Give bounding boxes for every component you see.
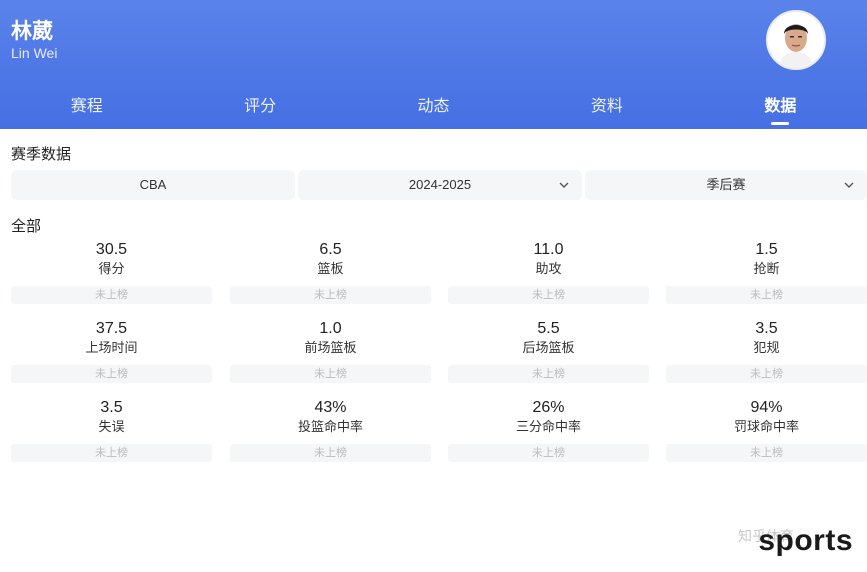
stat-label: 前场篮板 (304, 341, 357, 356)
stat-label: 篮板 (317, 262, 344, 277)
tab-stats[interactable]: 数据 (694, 86, 867, 129)
stat-rank-badge: 未上榜 (448, 444, 649, 462)
section-title: 赛季数据 (11, 145, 72, 163)
player-name: 林葳 (11, 19, 53, 43)
stat-cell: 94% 罚球命中率未上榜 (666, 398, 867, 472)
stat-label: 犯规 (753, 341, 780, 356)
stat-value: 1.5 (755, 241, 778, 258)
stat-label: 助攻 (535, 262, 562, 277)
stat-value: 94% (750, 399, 783, 416)
stat-value: 3.5 (100, 399, 123, 416)
stat-cell: 5.5 后场篮板未上榜 (448, 319, 649, 393)
stat-value: 43% (314, 399, 347, 416)
tab-news[interactable]: 动态 (347, 86, 520, 129)
tab-schedule[interactable]: 赛程 (0, 86, 173, 129)
season-select-value: 2024-2025 (408, 177, 472, 192)
stat-label: 得分 (98, 262, 125, 277)
stat-value: 6.5 (319, 241, 342, 258)
stat-cell: 6.5 篮板未上榜 (230, 240, 431, 314)
stat-label: 抢断 (753, 262, 780, 277)
stat-value: 1.0 (319, 320, 342, 337)
stat-rank-badge: 未上榜 (666, 365, 867, 383)
stat-label: 失误 (98, 420, 125, 435)
stat-label: 上场时间 (85, 341, 138, 356)
stat-label: 罚球命中率 (733, 420, 799, 435)
stat-cell: 3.5 失误未上榜 (11, 398, 212, 472)
stat-rank-badge: 未上榜 (11, 444, 212, 462)
stat-cell: 3.5 犯规未上榜 (666, 319, 867, 393)
chevron-down-icon (559, 182, 569, 188)
stat-cell: 43% 投篮命中率未上榜 (230, 398, 431, 472)
stat-value: 5.5 (537, 320, 560, 337)
stat-rank-badge: 未上榜 (230, 365, 431, 383)
stat-cell: 30.5 得分未上榜 (11, 240, 212, 314)
tab-rating[interactable]: 评分 (173, 86, 346, 129)
chevron-down-icon (844, 182, 854, 188)
stat-value: 26% (532, 399, 565, 416)
stat-value: 3.5 (755, 320, 778, 337)
filter-bar: CBA 2024-2025 季后赛 (11, 170, 867, 200)
tab-profile[interactable]: 资料 (520, 86, 693, 129)
season-select[interactable]: 2024-2025 (298, 170, 582, 200)
stat-cell: 26% 三分命中率未上榜 (448, 398, 649, 472)
stat-rank-badge: 未上榜 (448, 286, 649, 304)
stat-value: 37.5 (95, 320, 128, 337)
stat-label: 后场篮板 (522, 341, 575, 356)
stat-rank-badge: 未上榜 (11, 365, 212, 383)
stat-value: 30.5 (95, 241, 128, 258)
stat-rank-badge: 未上榜 (230, 286, 431, 304)
player-name-en: Lin Wei (11, 45, 58, 61)
stat-rank-badge: 未上榜 (11, 286, 212, 304)
player-photo-icon (768, 12, 824, 68)
active-tab-indicator (771, 122, 790, 125)
league-select-value: CBA (139, 177, 167, 192)
stat-value: 11.0 (533, 241, 564, 258)
stat-label: 三分命中率 (515, 420, 581, 435)
phase-select[interactable]: 季后赛 (585, 170, 867, 200)
stat-rank-badge: 未上榜 (666, 286, 867, 304)
stat-rank-badge: 未上榜 (666, 444, 867, 462)
stat-label: 投篮命中率 (297, 420, 363, 435)
stat-cell: 1.0 前场篮板未上榜 (230, 319, 431, 393)
stat-cell: 11.0 助攻未上榜 (448, 240, 649, 314)
player-header: 林葳 Lin Wei 赛程 评分 动态 资料 数据 (0, 0, 867, 129)
stat-rank-badge: 未上榜 (448, 365, 649, 383)
stat-cell: 37.5 上场时间未上榜 (11, 319, 212, 393)
watermark-brand: sports (758, 524, 853, 557)
stat-cell: 1.5 抢断未上榜 (666, 240, 867, 314)
avatar[interactable] (766, 10, 826, 70)
phase-select-value: 季后赛 (706, 177, 746, 192)
league-select[interactable]: CBA (11, 170, 295, 200)
group-title: 全部 (11, 217, 42, 235)
stat-rank-badge: 未上榜 (230, 444, 431, 462)
tab-bar: 赛程 评分 动态 资料 数据 (0, 86, 867, 129)
